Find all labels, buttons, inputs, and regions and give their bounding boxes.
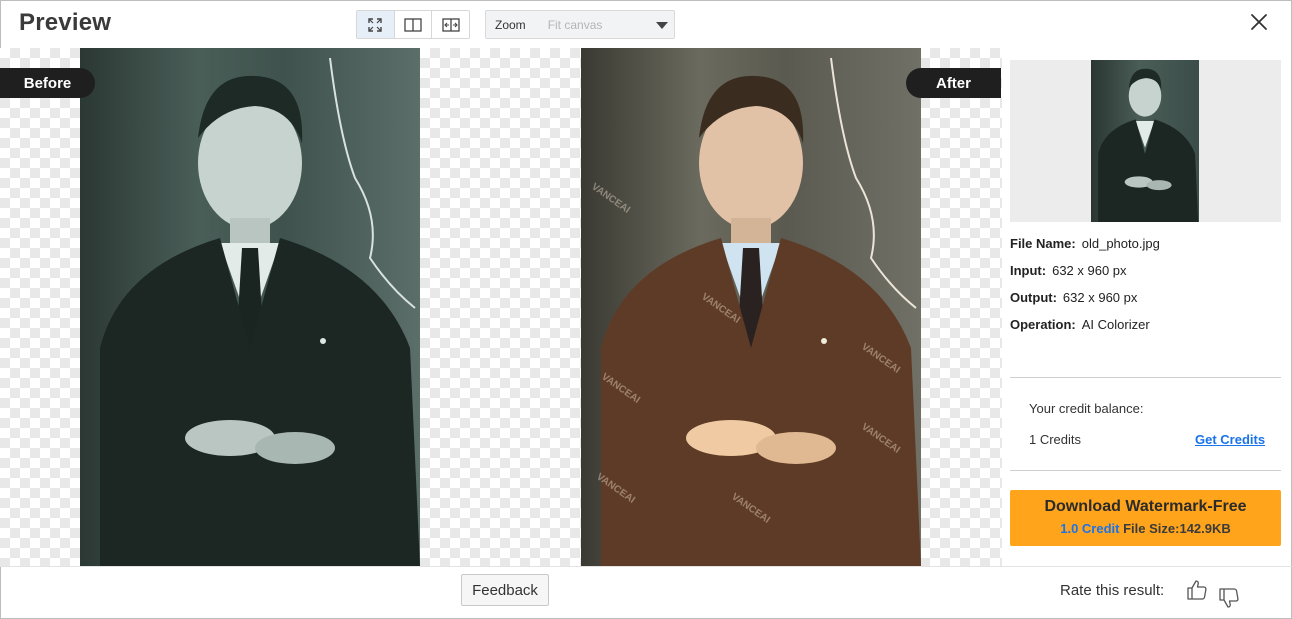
result-thumbnail-box xyxy=(1010,60,1281,222)
split-view-icon xyxy=(404,17,422,32)
credit-balance-label: Your credit balance: xyxy=(1029,401,1144,416)
input-row: Input: 632 x 960 px xyxy=(1010,263,1127,278)
before-label: Before xyxy=(0,68,95,98)
file-name-label: File Name: xyxy=(1010,236,1076,251)
view-mode-toggle xyxy=(356,10,470,39)
thumbs-down-icon[interactable] xyxy=(1217,586,1241,610)
download-watermark-free-button[interactable]: Download Watermark-Free 1.0 Credit File … xyxy=(1010,490,1281,546)
zoom-select[interactable]: Zoom Fit canvas xyxy=(485,10,675,39)
page-title: Preview xyxy=(19,9,112,36)
zoom-value: Fit canvas xyxy=(547,17,603,32)
file-name-value: old_photo.jpg xyxy=(1081,236,1160,251)
divider xyxy=(1010,470,1281,471)
fit-view-icon xyxy=(368,17,383,32)
operation-value: AI Colorizer xyxy=(1081,317,1150,332)
download-subtitle: 1.0 Credit File Size:142.9KB xyxy=(1010,521,1281,536)
compare-slider-icon xyxy=(442,17,460,32)
chevron-down-icon xyxy=(656,22,668,29)
feedback-button[interactable]: Feedback xyxy=(461,574,549,606)
get-credits-link[interactable]: Get Credits xyxy=(1195,432,1265,447)
output-row: Output: 632 x 960 px xyxy=(1010,290,1137,305)
result-thumbnail xyxy=(1091,60,1199,222)
portrait-illustration-after: VANCEAI VANCEAI VANCEAI VANCEAI VANCEAI … xyxy=(589,57,921,566)
operation-label: Operation: xyxy=(1010,317,1076,332)
split-view-button[interactable] xyxy=(394,11,433,38)
input-label: Input: xyxy=(1010,263,1047,278)
preview-canvas: VANCEAI VANCEAI VANCEAI VANCEAI VANCEAI … xyxy=(0,48,1002,566)
output-label: Output: xyxy=(1010,290,1057,305)
download-title: Download Watermark-Free xyxy=(1044,498,1247,515)
footer-divider xyxy=(0,566,1292,567)
file-name-row: File Name: old_photo.jpg xyxy=(1010,236,1160,251)
thumbs-up-icon[interactable] xyxy=(1185,578,1209,602)
credit-balance-value: 1 Credits xyxy=(1029,432,1082,447)
watermark-text: VANCEAI xyxy=(589,181,632,216)
close-icon[interactable] xyxy=(1248,11,1270,33)
download-file-size: File Size:142.9KB xyxy=(1123,521,1231,536)
thumbnail-illustration xyxy=(1098,68,1199,222)
operation-row: Operation: AI Colorizer xyxy=(1010,317,1150,332)
download-credit-cost: 1.0 Credit xyxy=(1060,521,1120,536)
fit-view-button[interactable] xyxy=(357,11,395,38)
rate-result-label: Rate this result: xyxy=(1060,582,1165,599)
input-value: 632 x 960 px xyxy=(1052,263,1127,278)
zoom-label: Zoom xyxy=(495,17,526,32)
divider xyxy=(1010,377,1281,378)
after-label: After xyxy=(906,68,1001,98)
output-value: 632 x 960 px xyxy=(1062,290,1138,305)
after-image: VANCEAI VANCEAI VANCEAI VANCEAI VANCEAI … xyxy=(581,48,921,566)
compare-slider-button[interactable] xyxy=(432,11,469,38)
before-image xyxy=(80,48,420,566)
portrait-illustration-before xyxy=(100,57,420,566)
